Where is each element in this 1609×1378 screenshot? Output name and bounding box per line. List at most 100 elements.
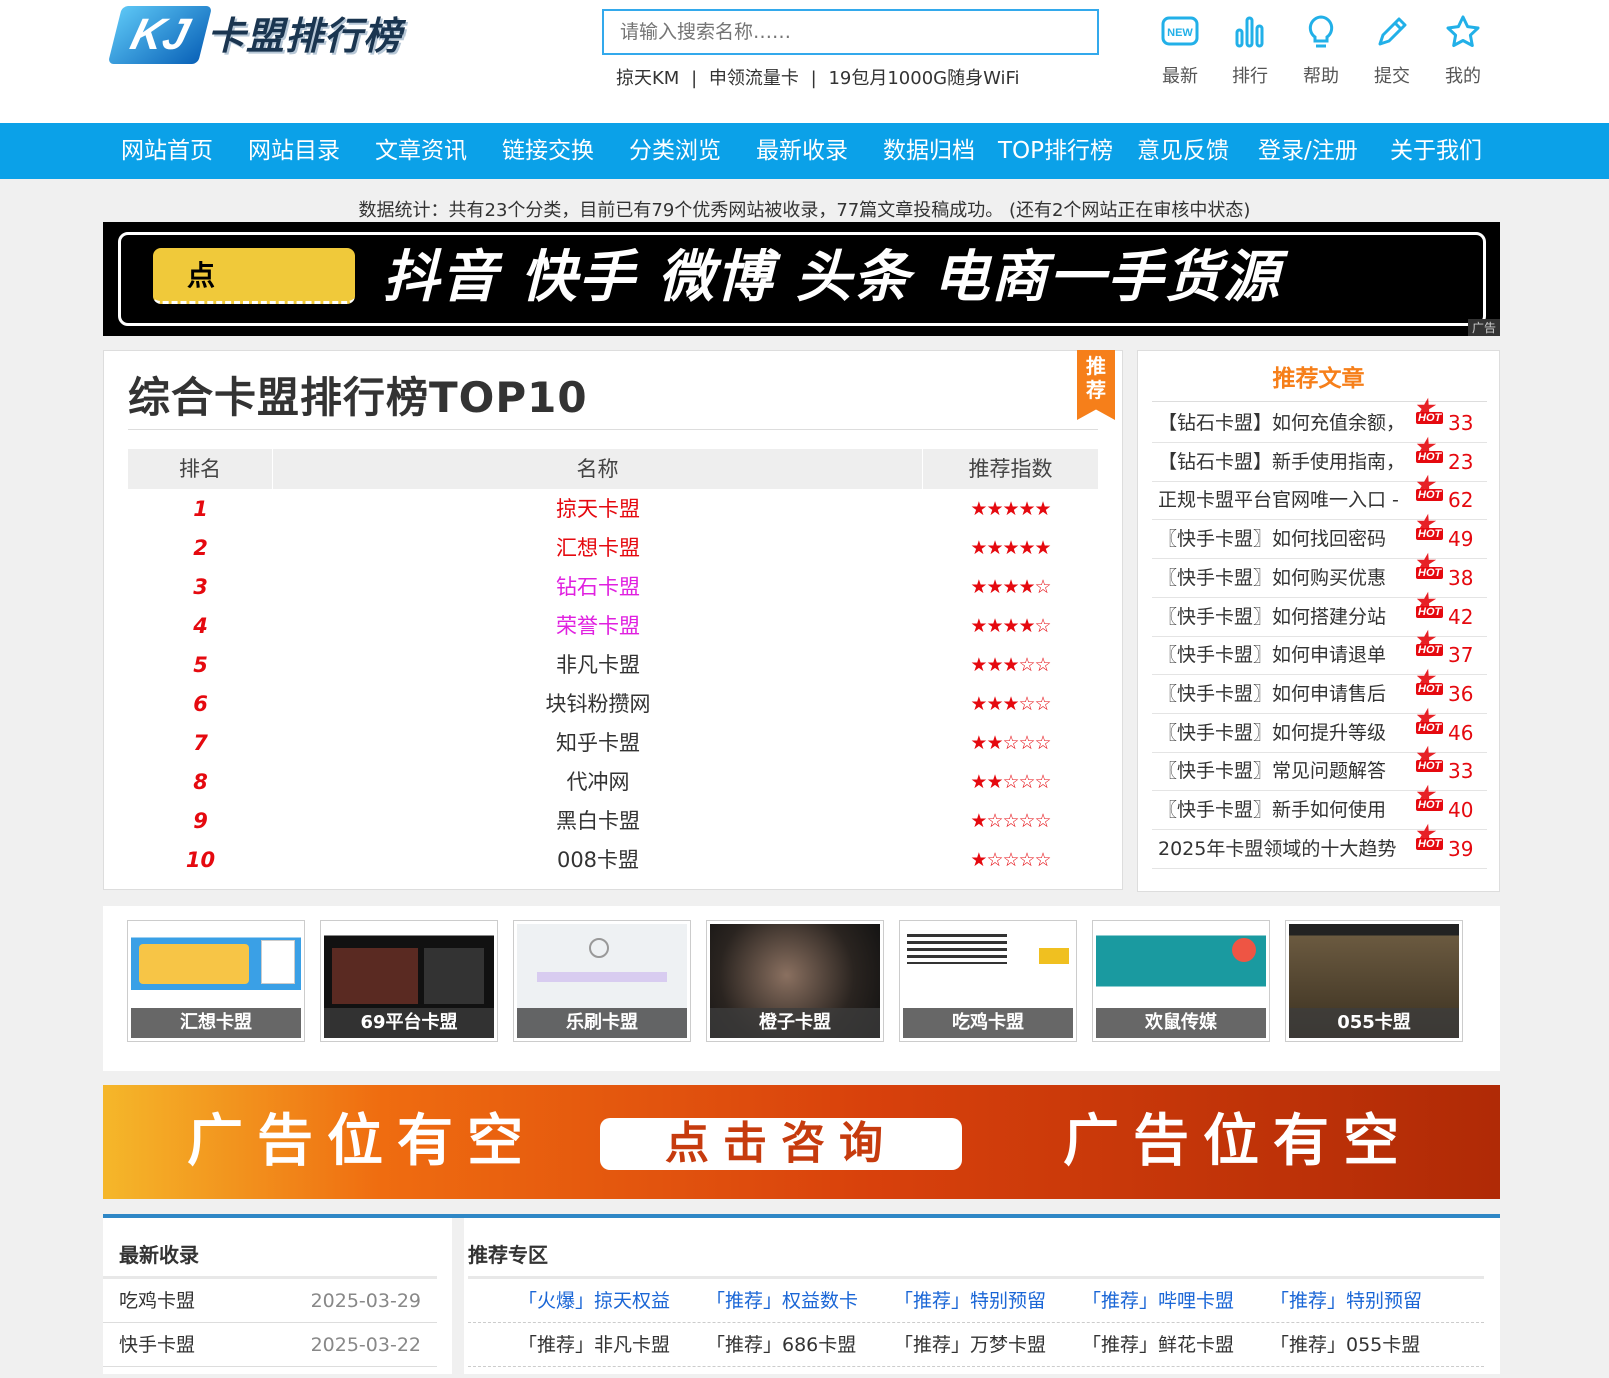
star-rating: ★★☆☆☆	[970, 771, 1051, 793]
hot-icon: HOT	[1414, 634, 1444, 657]
ranking-row: 4 荣誉卡盟 ★★★★☆	[128, 606, 1098, 646]
nav-archive[interactable]: 数据归档	[883, 123, 975, 179]
ad-banner-top[interactable]: 点 抖音 快手 微博 头条 电商一手货源 广告	[103, 222, 1500, 336]
newest-item[interactable]: 快手卡盟 2025-03-22	[103, 1323, 437, 1367]
ranking-row: 8 代冲网 ★★☆☆☆	[128, 762, 1098, 802]
hot-label: HOT	[1416, 799, 1444, 811]
recommend-link[interactable]: 「推荐」哔哩卡盟	[1082, 1279, 1234, 1323]
article-title[interactable]: 〖快手卡盟〗如何申请售后	[1158, 675, 1406, 713]
search-input[interactable]	[602, 9, 1099, 55]
article-title[interactable]: 〖快手卡盟〗如何申请退单	[1158, 636, 1406, 674]
thumbnail-card[interactable]: 欢鼠传媒	[1092, 920, 1270, 1042]
article-item[interactable]: 【钻石卡盟】如何充值余额， HOT 33	[1152, 402, 1487, 443]
nav-directory[interactable]: 网站目录	[248, 123, 340, 179]
article-title[interactable]: 【钻石卡盟】新手使用指南，	[1158, 443, 1406, 481]
newest-item[interactable]: 吃鸡卡盟 2025-03-29	[103, 1279, 437, 1323]
hot-icon: HOT	[1414, 479, 1444, 502]
site-name-link[interactable]: 非凡卡盟	[556, 653, 640, 677]
article-title[interactable]: 〖快手卡盟〗如何提升等级	[1158, 714, 1406, 752]
star-icon	[1433, 14, 1493, 54]
article-title[interactable]: 〖快手卡盟〗如何找回密码	[1158, 520, 1406, 558]
article-item[interactable]: 〖快手卡盟〗如何申请售后 HOT 36	[1152, 673, 1487, 714]
thumbnail-card[interactable]: 橙子卡盟	[706, 920, 884, 1042]
quick-link-label: 我的	[1445, 66, 1481, 87]
quick-link-label: 帮助	[1303, 66, 1339, 87]
hot-label: HOT	[1416, 682, 1444, 695]
article-item[interactable]: 〖快手卡盟〗新手如何使用 HOT 40	[1152, 789, 1487, 830]
recommend-link[interactable]: 「推荐」055卡盟	[1270, 1323, 1420, 1367]
view-count: 33	[1448, 411, 1474, 435]
nav-about[interactable]: 关于我们	[1390, 123, 1482, 179]
article-item[interactable]: 正规卡盟平台官网唯一入口 - HOT 62	[1152, 479, 1487, 521]
nav-categories[interactable]: 分类浏览	[629, 123, 721, 179]
article-title[interactable]: 〖快手卡盟〗如何搭建分站	[1158, 598, 1406, 636]
article-title[interactable]: 【钻石卡盟】如何充值余额，	[1158, 404, 1406, 442]
recommend-link[interactable]: 「推荐」686卡盟	[706, 1323, 856, 1367]
article-item[interactable]: 〖快手卡盟〗如何搭建分站 HOT 42	[1152, 596, 1487, 637]
ad-banner-bottom[interactable]: 广告位有空 点击咨询 广告位有空	[103, 1085, 1500, 1199]
article-item[interactable]: 〖快手卡盟〗常见问题解答 HOT 33	[1152, 750, 1487, 792]
quick-link-mine[interactable]: 我的	[1433, 14, 1493, 88]
hot-word[interactable]: 19包月1000G随身WiFi	[828, 68, 1019, 89]
article-title[interactable]: 正规卡盟平台官网唯一入口 -	[1158, 481, 1406, 519]
banner-text: 抖音 快手 微博 头条 电商一手货源	[383, 245, 1281, 310]
recommend-link[interactable]: 「推荐」权益数卡	[706, 1279, 858, 1323]
thumbnail-caption: 吃鸡卡盟	[903, 1008, 1073, 1038]
ranking-table-header: 排名 名称 推荐指数	[128, 449, 1098, 489]
ranking-row: 6 块钭粉攒网 ★★★☆☆	[128, 684, 1098, 724]
banner-consult-button[interactable]: 点击咨询	[600, 1118, 962, 1170]
hot-word[interactable]: 申领流量卡	[709, 68, 799, 89]
nav-link-exchange[interactable]: 链接交换	[502, 123, 594, 179]
article-item[interactable]: 〖快手卡盟〗如何申请退单 HOT 37	[1152, 634, 1487, 676]
banner-button[interactable]: 点	[153, 248, 355, 304]
nav-top-ranking[interactable]: TOP排行榜	[998, 123, 1113, 179]
site-name-link[interactable]: 荣誉卡盟	[556, 614, 640, 638]
recommend-link[interactable]: 「推荐」万梦卡盟	[894, 1323, 1046, 1367]
banner-left-text: 广告位有空	[187, 1108, 537, 1174]
recommend-link[interactable]: 「推荐」鲜花卡盟	[1082, 1323, 1234, 1367]
article-item[interactable]: 【钻石卡盟】新手使用指南， HOT 23	[1152, 441, 1487, 482]
article-title[interactable]: 2025年卡盟领域的十大趋势	[1158, 830, 1406, 868]
thumbnail-card[interactable]: 汇想卡盟	[127, 920, 305, 1042]
article-item[interactable]: 2025年卡盟领域的十大趋势 HOT 39	[1152, 828, 1487, 869]
site-name-link[interactable]: 掠天卡盟	[556, 497, 640, 521]
thumbnail-card[interactable]: 乐刷卡盟	[513, 920, 691, 1042]
article-item[interactable]: 〖快手卡盟〗如何找回密码 HOT 49	[1152, 518, 1487, 560]
recommend-link[interactable]: 「推荐」特别预留	[894, 1279, 1046, 1323]
article-item[interactable]: 〖快手卡盟〗如何购买优惠 HOT 38	[1152, 557, 1487, 598]
site-name-link[interactable]: 块钭粉攒网	[546, 692, 651, 716]
divider	[128, 429, 1098, 430]
quick-link-ranking[interactable]: 排行	[1220, 14, 1280, 88]
hot-word[interactable]: 掠天KM	[616, 68, 679, 89]
site-name-link[interactable]: 代冲网	[567, 770, 630, 794]
recommend-link[interactable]: 「火爆」掠天权益	[518, 1279, 670, 1323]
nav-articles[interactable]: 文章资讯	[375, 123, 467, 179]
thumbnail-card[interactable]: 69平台卡盟	[320, 920, 498, 1042]
article-title[interactable]: 〖快手卡盟〗如何购买优惠	[1158, 559, 1406, 597]
quick-link-newest[interactable]: NEW 最新	[1150, 14, 1210, 88]
site-name-link[interactable]: 知乎卡盟	[556, 731, 640, 755]
recommend-link[interactable]: 「推荐」非凡卡盟	[518, 1323, 670, 1367]
site-logo[interactable]: KJ 卡盟排行榜	[107, 6, 425, 66]
site-name-link[interactable]: 钻石卡盟	[556, 575, 640, 599]
quick-link-label: 最新	[1162, 66, 1198, 87]
thumbnail-card[interactable]: 吃鸡卡盟	[899, 920, 1077, 1042]
thumbnail-card[interactable]: 055卡盟	[1285, 920, 1463, 1042]
newest-item-name[interactable]: 吃鸡卡盟	[119, 1279, 195, 1323]
nav-feedback[interactable]: 意见反馈	[1137, 123, 1229, 179]
thumbnail-caption: 69平台卡盟	[324, 1008, 494, 1038]
logo-text: 卡盟排行榜	[207, 14, 403, 58]
quick-link-help[interactable]: 帮助	[1291, 14, 1351, 88]
recommend-link[interactable]: 「推荐」特别预留	[1270, 1279, 1422, 1323]
site-name-link[interactable]: 008卡盟	[557, 848, 639, 872]
article-title[interactable]: 〖快手卡盟〗新手如何使用	[1158, 791, 1406, 829]
article-item[interactable]: 〖快手卡盟〗如何提升等级 HOT 46	[1152, 712, 1487, 753]
nav-login-register[interactable]: 登录/注册	[1258, 123, 1358, 179]
nav-home[interactable]: 网站首页	[121, 123, 213, 179]
site-name-link[interactable]: 汇想卡盟	[556, 536, 640, 560]
article-title[interactable]: 〖快手卡盟〗常见问题解答	[1158, 752, 1406, 790]
nav-latest[interactable]: 最新收录	[756, 123, 848, 179]
newest-item-name[interactable]: 快手卡盟	[119, 1323, 195, 1367]
quick-link-submit[interactable]: 提交	[1362, 14, 1422, 88]
site-name-link[interactable]: 黑白卡盟	[556, 809, 640, 833]
